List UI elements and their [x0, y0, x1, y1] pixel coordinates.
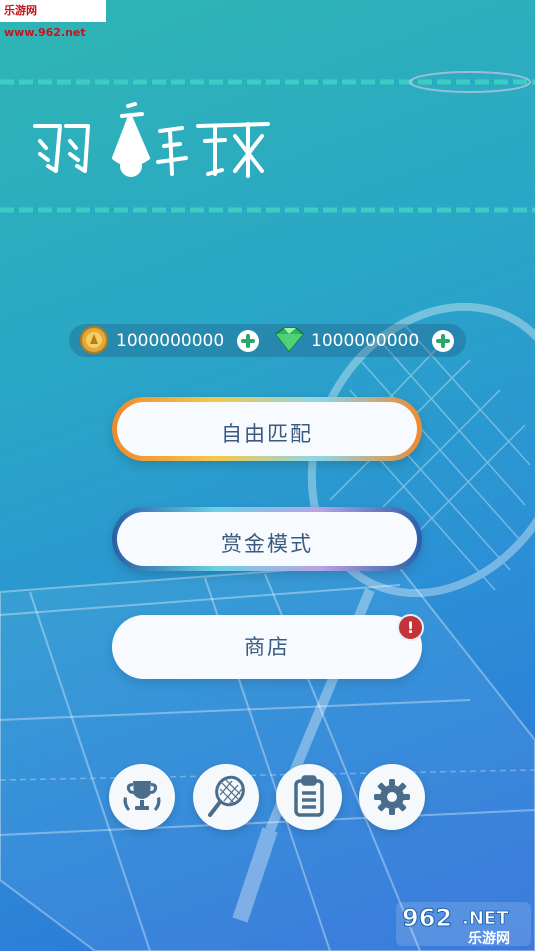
- bounty-mode-button[interactable]: 赏金模式: [112, 507, 422, 571]
- trophy-icon: [123, 781, 161, 811]
- racket-icon: [208, 775, 245, 817]
- clipboard-icon: [294, 775, 324, 817]
- svg-text:962: 962: [402, 904, 452, 932]
- watermark-net: .NET: [462, 908, 509, 929]
- coin-amount: 1000000000: [116, 331, 225, 351]
- gear-icon: [374, 779, 410, 815]
- gold-coin-icon: [80, 326, 108, 354]
- leaderboard-button[interactable]: [109, 764, 175, 830]
- free-match-button[interactable]: 自由匹配: [112, 397, 422, 461]
- add-gems-button[interactable]: [432, 330, 454, 352]
- add-coins-button[interactable]: [237, 330, 259, 352]
- tasks-button[interactable]: [276, 764, 342, 830]
- watermark-sub: 乐游网: [468, 930, 510, 947]
- free-match-label: 自由匹配: [221, 422, 313, 446]
- gem-amount: 1000000000: [311, 331, 420, 351]
- alert-icon: !: [406, 618, 415, 637]
- shop-button[interactable]: 商店: [112, 615, 422, 679]
- shop-alert-badge: !: [397, 614, 424, 641]
- equipment-button[interactable]: [193, 764, 259, 830]
- bounty-mode-label: 赏金模式: [221, 532, 313, 556]
- svg-text:.NET: .NET: [462, 908, 509, 929]
- shop-label: 商店: [244, 635, 290, 659]
- green-gem-icon: [274, 327, 305, 353]
- watermark-962: 962: [402, 904, 452, 932]
- svg-text:乐游网: 乐游网: [468, 930, 510, 947]
- game-logo: [33, 102, 270, 178]
- watermark-top: 乐游网 www.962.net: [0, 0, 106, 39]
- settings-button[interactable]: [359, 764, 425, 830]
- watermark-bottom-logo: 962 .NET 乐游网: [396, 902, 531, 947]
